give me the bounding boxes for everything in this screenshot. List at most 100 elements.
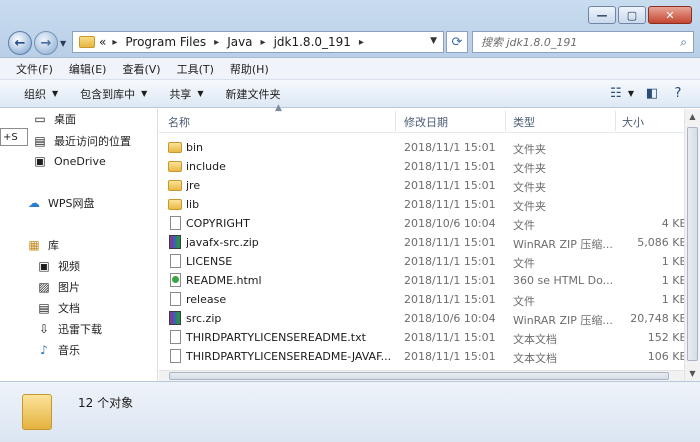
music-icon: ♪ [40,343,48,357]
menu-file[interactable]: 文件(F) [16,61,53,77]
help-icon[interactable]: ? [670,85,686,101]
file-type: 文件 [513,295,535,308]
file-name: LICENSE [186,255,233,268]
forward-button[interactable]: → [34,31,58,55]
sidebar-item-library[interactable]: ▦ 库 [26,237,59,253]
dropdown-arrow-icon: ▼ [197,89,204,98]
recent-pages-dropdown-icon[interactable]: ▼ [60,39,66,48]
organize-button[interactable]: 组织 ▼ [24,86,58,102]
file-date: 2018/11/1 15:01 [404,236,496,249]
include-in-library-button[interactable]: 包含到库中 ▼ [80,86,147,102]
table-row[interactable]: include 2018/11/1 15:01 文件夹 [159,157,689,176]
menu-view[interactable]: 查看(V) [122,61,160,77]
chevron-right-icon: ▸ [260,36,266,48]
file-name: javafx-src.zip [186,236,259,249]
table-row[interactable]: src.zip 2018/10/6 10:04 WinRAR ZIP 压缩...… [159,309,689,328]
sidebar-item-documents[interactable]: ▤ 文档 [36,300,80,316]
column-divider[interactable] [615,111,616,131]
search-icon[interactable]: ⌕ [680,35,687,50]
menu-help[interactable]: 帮助(H) [230,61,269,77]
folder-icon [168,199,182,210]
breadcrumb-overflow[interactable]: « [99,35,106,49]
file-size: 1 KB [661,293,687,306]
horizontal-scrollbar[interactable] [159,370,684,381]
chevron-right-icon: ▸ [214,36,220,48]
file-date: 2018/10/6 10:04 [404,312,496,325]
file-date: 2018/11/1 15:01 [404,274,496,287]
file-icon [170,254,181,268]
refresh-button[interactable]: ⟳ [446,31,468,53]
table-row[interactable]: README.html 2018/11/1 15:01 360 se HTML … [159,271,689,290]
sidebar-item-onedrive[interactable]: ▣ OneDrive [32,154,105,168]
sidebar-item-video[interactable]: ▣ 视频 [36,258,80,274]
sidebar-item-downloads[interactable]: ⇩ 迅雷下载 [36,321,102,337]
menu-tools[interactable]: 工具(T) [177,61,214,77]
file-name: README.html [186,274,262,287]
refresh-icon: ⟳ [451,34,463,50]
table-row[interactable]: THIRDPARTYLICENSEREADME-JAVAF... 2018/11… [159,347,689,366]
sidebar-item-pictures[interactable]: ▨ 图片 [36,279,80,295]
table-row[interactable]: THIRDPARTYLICENSEREADME.txt 2018/11/1 15… [159,328,689,347]
sidebar-item-recent-places[interactable]: ▤ 最近访问的位置 [32,133,131,149]
file-name: release [186,293,227,306]
file-name: THIRDPARTYLICENSEREADME.txt [186,331,366,344]
back-button[interactable]: ← [8,31,32,55]
sidebar-item-wps[interactable]: ☁ WPS网盘 [26,195,95,211]
menu-bar: 文件(F) 编辑(E) 查看(V) 工具(T) 帮助(H) [0,58,700,80]
file-name: jre [186,179,201,192]
scroll-up-icon[interactable]: ▲ [685,109,700,124]
column-header: ▲ 名称 修改日期 类型 大小 [159,103,689,133]
close-button[interactable]: ✕ [648,6,692,24]
file-date: 2018/11/1 15:01 [404,198,496,211]
file-type: WinRAR ZIP 压缩... [513,238,613,251]
scrollbar-thumb[interactable] [687,127,698,361]
address-bar[interactable]: « ▸ Program Files ▸ Java ▸ jdk1.8.0_191 … [72,31,444,53]
view-dropdown-icon[interactable]: ▼ [628,89,634,98]
maximize-button[interactable]: ▢ [618,6,646,24]
item-count: 12 个对象 [78,396,134,410]
chevron-right-icon: ▸ [358,36,364,48]
column-divider[interactable] [395,111,396,131]
menu-edit[interactable]: 编辑(E) [69,61,107,77]
text-file-icon [170,330,181,344]
breadcrumb-java[interactable]: Java [227,35,252,49]
search-input[interactable] [481,33,676,51]
column-name[interactable]: 名称 [168,114,190,130]
forward-arrow-icon: → [40,35,52,51]
table-row[interactable]: release 2018/11/1 15:01 文件 1 KB [159,290,689,309]
file-size: 4 KB [661,217,687,230]
preview-pane-icon[interactable]: ◧ [644,85,660,101]
minimize-button[interactable]: — [588,6,616,24]
chevron-right-icon: ▸ [112,36,118,48]
table-row[interactable]: LICENSE 2018/11/1 15:01 文件 1 KB [159,252,689,271]
vertical-scrollbar[interactable]: ▲ ▼ [684,109,700,381]
column-divider[interactable] [505,111,506,131]
scroll-down-icon[interactable]: ▼ [685,366,700,381]
file-name: THIRDPARTYLICENSEREADME-JAVAF... [186,350,391,363]
column-size[interactable]: 大小 [622,114,644,130]
table-row[interactable]: COPYRIGHT 2018/10/6 10:04 文件 4 KB [159,214,689,233]
file-type: 文件 [513,219,535,232]
table-row[interactable]: lib 2018/11/1 15:01 文件夹 [159,195,689,214]
picture-icon: ▨ [38,280,50,294]
table-row[interactable]: jre 2018/11/1 15:01 文件夹 [159,176,689,195]
sidebar-item-desktop[interactable]: ▭ 桌面 [32,111,76,127]
view-options-icon[interactable]: ☷ [608,85,624,101]
column-type[interactable]: 类型 [513,114,535,130]
column-date[interactable]: 修改日期 [404,114,448,130]
file-size: 152 KB [647,331,687,344]
folder-icon [22,394,52,430]
address-dropdown-icon[interactable]: ▼ [430,36,437,46]
file-type: 360 se HTML Do... [513,274,613,287]
document-icon: ▤ [38,301,50,315]
table-row[interactable]: bin 2018/11/1 15:01 文件夹 [159,138,689,157]
share-button[interactable]: 共享 ▼ [169,86,203,102]
table-row[interactable]: javafx-src.zip 2018/11/1 15:01 WinRAR ZI… [159,233,689,252]
scrollbar-thumb[interactable] [169,372,669,380]
file-type: WinRAR ZIP 压缩... [513,314,613,327]
file-name: bin [186,141,204,154]
breadcrumb-jdk[interactable]: jdk1.8.0_191 [274,35,351,49]
new-folder-button[interactable]: 新建文件夹 [225,86,280,102]
sidebar-item-music[interactable]: ♪ 音乐 [36,342,80,358]
breadcrumb-program-files[interactable]: Program Files [125,35,206,49]
